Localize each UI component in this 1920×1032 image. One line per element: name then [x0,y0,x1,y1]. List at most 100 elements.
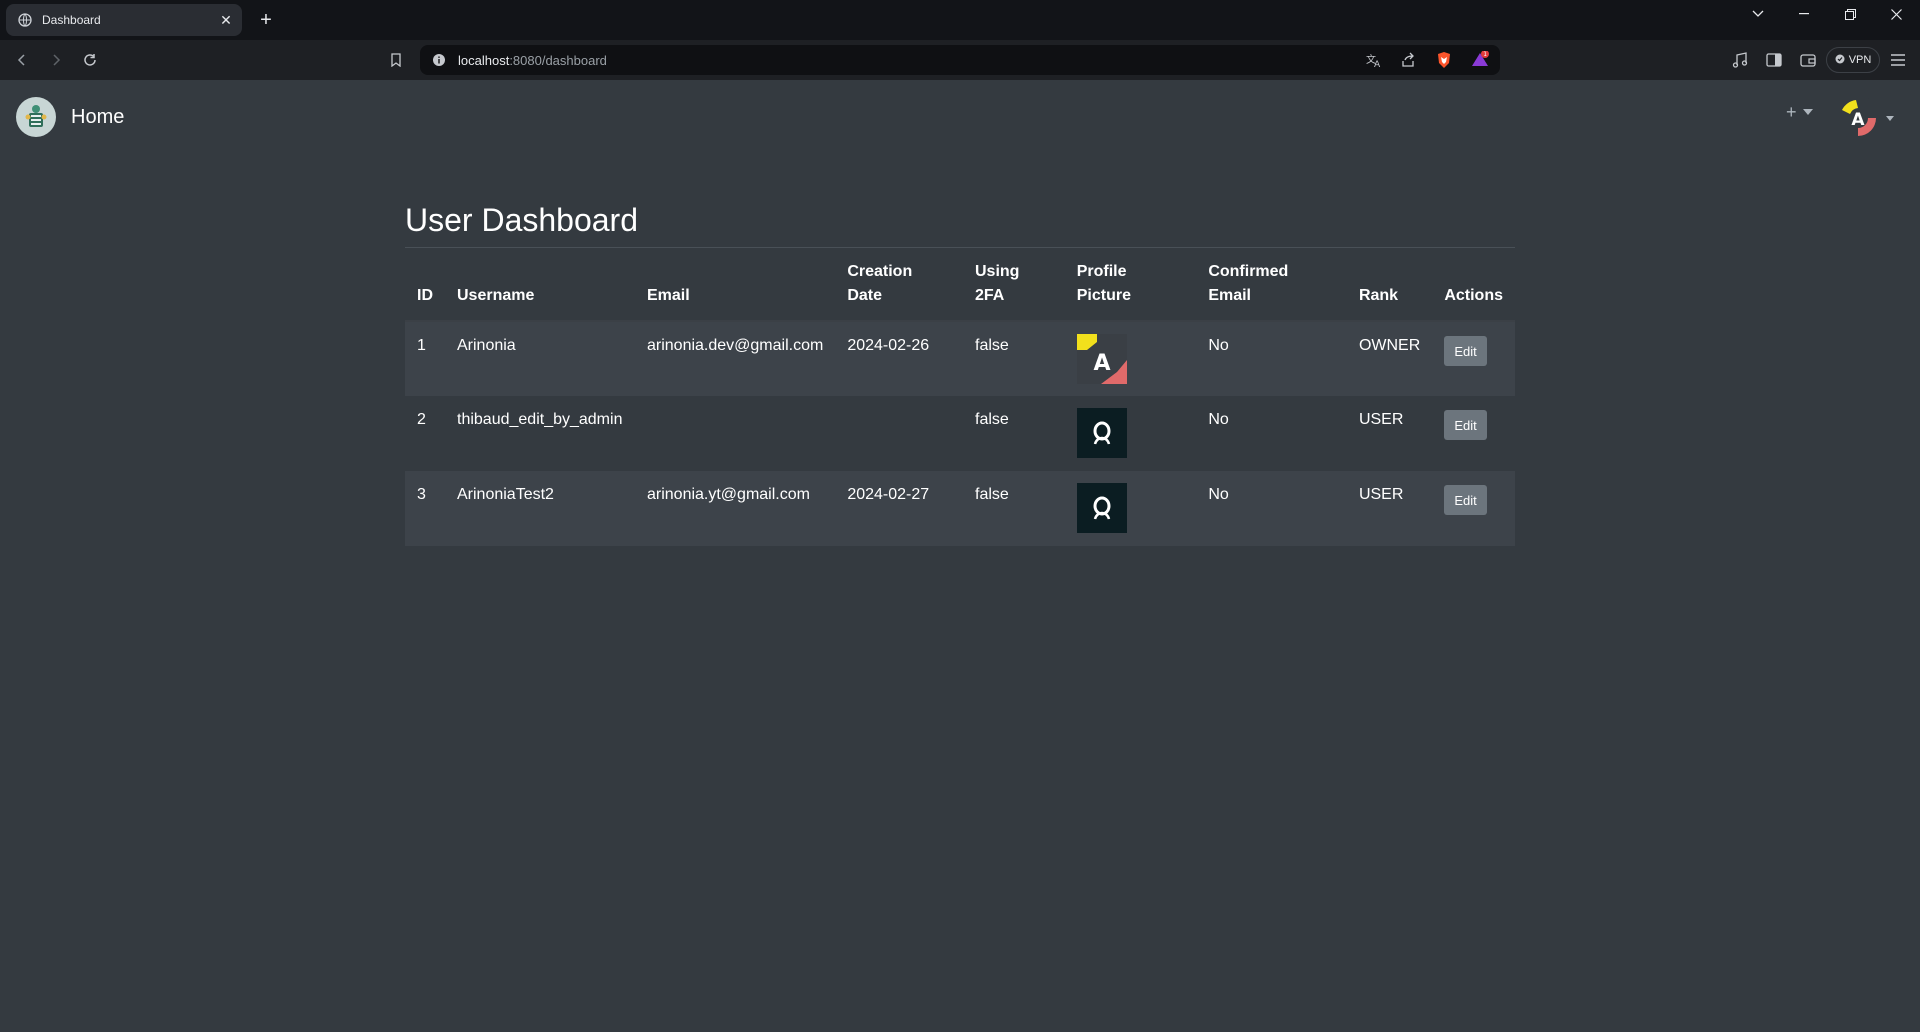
cell-2fa: false [975,337,1009,354]
new-tab-button[interactable]: + [254,8,278,32]
table-row: 2 thibaud_edit_by_admin false No USER Ed… [405,396,1515,471]
reload-icon[interactable] [78,48,102,72]
edit-button[interactable]: Edit [1444,336,1487,366]
close-window-button[interactable] [1874,0,1918,28]
users-table: ID Username Email Creation Date Using 2FA … [405,248,1515,546]
cell-confirmed-email: No [1208,337,1229,354]
cell-username: Arinonia [457,337,516,354]
url-host: localhost [458,52,510,68]
create-dropdown[interactable]: + [1786,102,1813,122]
table-row: 1 Arinonia arinonia.dev@gmail.com 2024-0… [405,321,1515,396]
cell-confirmed-email: No [1208,411,1229,428]
site-navbar: Home + A [0,80,1920,152]
cell-actions: Edit [1432,471,1515,546]
url-path: :8080/dashboard [509,52,607,68]
menu-icon[interactable] [1886,48,1910,72]
minimize-button[interactable] [1782,0,1826,28]
col-header-confirmed-email: Confirmed Email [1196,248,1347,322]
col-header-pfp-line1: Profile [1076,263,1127,280]
browser-tab-dashboard[interactable]: Dashboard ✕ [6,4,242,36]
globe-icon [18,13,32,27]
cell-2fa: false [975,486,1009,503]
cell-rank: USER [1358,411,1404,428]
col-header-actions: Actions [1432,248,1515,322]
svg-text:A: A [1851,110,1865,130]
bookmark-icon[interactable] [384,48,408,72]
cell-actions: Edit [1432,396,1515,471]
notification-count: 1 [1483,51,1487,58]
user-avatar: A [1836,96,1880,140]
sidebar-icon[interactable] [1762,48,1786,72]
edit-button[interactable]: Edit [1444,485,1487,515]
cell-id: 3 [417,486,426,503]
cell-rank: USER [1358,486,1404,503]
back-arrow-icon[interactable] [10,48,34,72]
cell-id: 1 [417,337,426,354]
col-header-creation-date: Creation Date [835,248,963,322]
col-header-pfp-line2: Picture [1076,287,1131,304]
share-icon[interactable] [1400,52,1416,68]
close-tab-icon[interactable]: ✕ [218,12,234,28]
cell-email [635,396,835,471]
tab-title: Dashboard [42,13,101,27]
media-icon[interactable] [1728,48,1752,72]
brave-shields-icon[interactable] [1435,51,1453,69]
address-bar[interactable]: localhost:8080/dashboard 文A 1 [420,45,1500,75]
cell-profile-picture [1065,471,1197,546]
cell-email: arinonia.yt@gmail.com [646,486,810,503]
caret-down-icon [1802,109,1813,115]
brand-home-link[interactable]: Home [71,106,124,129]
user-menu[interactable]: A [1836,96,1894,140]
col-header-creation-line2: Date [847,287,882,304]
table-header-row: ID Username Email Creation Date Using 2FA … [405,248,1515,322]
site-logo[interactable] [16,97,56,137]
wallet-icon[interactable] [1796,48,1820,72]
table-row: 3 ArinoniaTest2 arinonia.yt@gmail.com 20… [405,471,1515,546]
browser-tabstrip: Dashboard ✕ + [0,0,1920,40]
tab-search-icon[interactable] [1736,0,1780,28]
cell-email: arinonia.dev@gmail.com [646,337,824,354]
cell-creation-date: 2024-02-26 [847,337,930,354]
cell-rank: OWNER [1358,337,1421,354]
col-header-2fa-line2: 2FA [975,287,1005,304]
col-header-username: Username [445,248,635,322]
svg-text:A: A [1093,351,1110,376]
col-header-confirmed-line2: Email [1208,287,1251,304]
cell-creation-date: 2024-02-27 [847,486,930,503]
vpn-label: VPN [1848,54,1872,66]
col-header-email: Email [634,248,836,322]
cell-creation-date [835,396,963,471]
col-header-2fa: Using 2FA [963,248,1065,322]
col-header-creation-line1: Creation [847,263,913,280]
cell-actions: Edit [1432,321,1515,396]
url-text: localhost:8080/dashboard [458,53,607,68]
col-header-rank: Rank [1346,248,1433,322]
translate-icon[interactable]: 文A [1366,52,1382,68]
custom-avatar-image: A [1076,334,1127,384]
svg-text:A: A [1374,60,1381,68]
col-header-2fa-line1: Using [975,263,1020,280]
cell-confirmed-email: No [1208,486,1229,503]
vpn-button[interactable]: VPN [1826,47,1880,73]
cell-profile-picture: A [1065,321,1197,396]
page-title: User Dashboard [405,196,1515,248]
site-info-icon[interactable] [432,53,446,67]
default-avatar-image [1076,408,1127,458]
col-header-confirmed-line1: Confirmed [1208,263,1289,280]
caret-down-icon [1886,115,1894,121]
restore-button[interactable] [1828,0,1872,28]
cell-username: ArinoniaTest2 [457,486,554,503]
brave-rewards-icon[interactable]: 1 [1470,50,1490,68]
edit-button[interactable]: Edit [1444,410,1487,440]
vpn-status-icon [1835,54,1845,67]
plus-icon: + [1786,101,1797,122]
cell-2fa: false [975,411,1009,428]
forward-arrow-icon[interactable] [44,48,68,72]
browser-toolbar: localhost:8080/dashboard 文A 1 VPN [0,40,1920,80]
cell-profile-picture [1065,396,1197,471]
default-avatar-image [1076,483,1127,533]
main-container: User Dashboard ID Username Email Creatio… [405,196,1515,546]
col-header-id: ID [405,248,445,322]
col-header-profile-picture: Profile Picture [1064,248,1197,322]
cell-id: 2 [417,411,426,428]
